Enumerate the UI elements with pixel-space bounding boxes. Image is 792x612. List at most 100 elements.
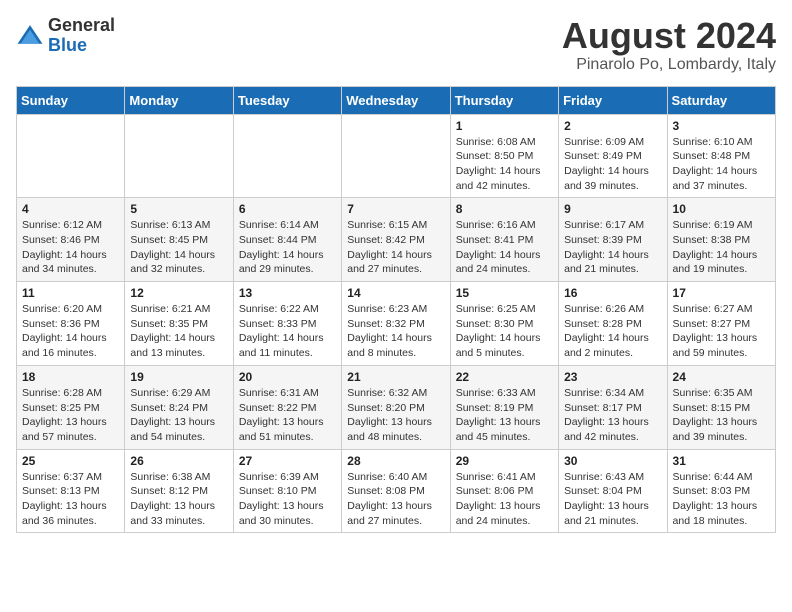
day-info: Sunrise: 6:29 AM Sunset: 8:24 PM Dayligh… (130, 386, 227, 445)
calendar-cell: 20Sunrise: 6:31 AM Sunset: 8:22 PM Dayli… (233, 365, 341, 449)
calendar-cell: 5 Sunrise: 6:13 AM Sunset: 8:45 PM Daylig… (125, 198, 233, 282)
calendar-cell: 26Sunrise: 6:38 AM Sunset: 8:12 PM Dayli… (125, 449, 233, 533)
calendar-cell: 16Sunrise: 6:26 AM Sunset: 8:28 PM Dayli… (559, 282, 667, 366)
calendar-cell: 6 Sunrise: 6:14 AM Sunset: 8:44 PM Daylig… (233, 198, 341, 282)
day-number: 8 (456, 202, 553, 216)
day-info: Sunrise: 6:40 AM Sunset: 8:08 PM Dayligh… (347, 470, 444, 529)
logo-blue-text: Blue (48, 36, 115, 56)
calendar-table: SundayMondayTuesdayWednesdayThursdayFrid… (16, 86, 776, 534)
calendar-cell: 14Sunrise: 6:23 AM Sunset: 8:32 PM Dayli… (342, 282, 450, 366)
day-number: 13 (239, 286, 336, 300)
day-number: 16 (564, 286, 661, 300)
day-info: Sunrise: 6:09 AM Sunset: 8:49 PM Dayligh… (564, 135, 661, 194)
day-number: 15 (456, 286, 553, 300)
calendar-cell: 4Sunrise: 6:12 AM Sunset: 8:46 PM Daylig… (17, 198, 125, 282)
day-info: Sunrise: 6:35 AM Sunset: 8:15 PM Dayligh… (673, 386, 770, 445)
month-title: August 2024 (562, 16, 776, 56)
day-number: 24 (673, 370, 770, 384)
weekday-header-friday: Friday (559, 86, 667, 114)
day-number: 17 (673, 286, 770, 300)
day-info: Sunrise: 6:43 AM Sunset: 8:04 PM Dayligh… (564, 470, 661, 529)
day-info: Sunrise: 6:12 AM Sunset: 8:46 PM Dayligh… (22, 218, 119, 277)
calendar-cell: 15Sunrise: 6:25 AM Sunset: 8:30 PM Dayli… (450, 282, 558, 366)
title-block: August 2024 Pinarolo Po, Lombardy, Italy (562, 16, 776, 74)
day-info: Sunrise: 6:17 AM Sunset: 8:39 PM Dayligh… (564, 218, 661, 277)
day-info: Sunrise: 6:20 AM Sunset: 8:36 PM Dayligh… (22, 302, 119, 361)
calendar-cell: 21 Sunrise: 6:32 AM Sunset: 8:20 PM Dayli… (342, 365, 450, 449)
calendar-cell: 2 Sunrise: 6:09 AM Sunset: 8:49 PM Daylig… (559, 114, 667, 198)
calendar-cell: 11Sunrise: 6:20 AM Sunset: 8:36 PM Dayli… (17, 282, 125, 366)
calendar-week-1: 1 Sunrise: 6:08 AM Sunset: 8:50 PM Daylig… (17, 114, 776, 198)
calendar-cell: 8Sunrise: 6:16 AM Sunset: 8:41 PM Daylig… (450, 198, 558, 282)
calendar-cell: 18 Sunrise: 6:28 AM Sunset: 8:25 PM Dayli… (17, 365, 125, 449)
day-info: Sunrise: 6:15 AM Sunset: 8:42 PM Dayligh… (347, 218, 444, 277)
calendar-cell (233, 114, 341, 198)
day-info: Sunrise: 6:34 AM Sunset: 8:17 PM Dayligh… (564, 386, 661, 445)
day-number: 21 (347, 370, 444, 384)
day-info: Sunrise: 6:10 AM Sunset: 8:48 PM Dayligh… (673, 135, 770, 194)
day-number: 3 (673, 119, 770, 133)
calendar-cell: 30 Sunrise: 6:43 AM Sunset: 8:04 PM Dayli… (559, 449, 667, 533)
day-number: 29 (456, 454, 553, 468)
day-info: Sunrise: 6:14 AM Sunset: 8:44 PM Dayligh… (239, 218, 336, 277)
day-number: 18 (22, 370, 119, 384)
day-number: 6 (239, 202, 336, 216)
logo: General Blue (16, 16, 115, 56)
calendar-cell (342, 114, 450, 198)
calendar-cell: 28Sunrise: 6:40 AM Sunset: 8:08 PM Dayli… (342, 449, 450, 533)
calendar-week-3: 11Sunrise: 6:20 AM Sunset: 8:36 PM Dayli… (17, 282, 776, 366)
day-number: 10 (673, 202, 770, 216)
calendar-cell: 12Sunrise: 6:21 AM Sunset: 8:35 PM Dayli… (125, 282, 233, 366)
logo-general-text: General (48, 16, 115, 36)
calendar-week-4: 18 Sunrise: 6:28 AM Sunset: 8:25 PM Dayli… (17, 365, 776, 449)
calendar-cell: 22Sunrise: 6:33 AM Sunset: 8:19 PM Dayli… (450, 365, 558, 449)
day-info: Sunrise: 6:31 AM Sunset: 8:22 PM Dayligh… (239, 386, 336, 445)
calendar-cell: 7 Sunrise: 6:15 AM Sunset: 8:42 PM Daylig… (342, 198, 450, 282)
day-number: 31 (673, 454, 770, 468)
weekday-header-monday: Monday (125, 86, 233, 114)
day-info: Sunrise: 6:19 AM Sunset: 8:38 PM Dayligh… (673, 218, 770, 277)
day-number: 5 (130, 202, 227, 216)
day-info: Sunrise: 6:44 AM Sunset: 8:03 PM Dayligh… (673, 470, 770, 529)
calendar-cell: 29 Sunrise: 6:41 AM Sunset: 8:06 PM Dayli… (450, 449, 558, 533)
weekday-header-saturday: Saturday (667, 86, 775, 114)
weekday-header-thursday: Thursday (450, 86, 558, 114)
day-number: 9 (564, 202, 661, 216)
calendar-cell: 9 Sunrise: 6:17 AM Sunset: 8:39 PM Daylig… (559, 198, 667, 282)
day-info: Sunrise: 6:13 AM Sunset: 8:45 PM Dayligh… (130, 218, 227, 277)
day-info: Sunrise: 6:08 AM Sunset: 8:50 PM Dayligh… (456, 135, 553, 194)
day-number: 25 (22, 454, 119, 468)
day-number: 30 (564, 454, 661, 468)
day-info: Sunrise: 6:39 AM Sunset: 8:10 PM Dayligh… (239, 470, 336, 529)
calendar-cell: 10 Sunrise: 6:19 AM Sunset: 8:38 PM Dayli… (667, 198, 775, 282)
day-number: 14 (347, 286, 444, 300)
weekday-header-sunday: Sunday (17, 86, 125, 114)
calendar-body: 1 Sunrise: 6:08 AM Sunset: 8:50 PM Daylig… (17, 114, 776, 533)
day-info: Sunrise: 6:21 AM Sunset: 8:35 PM Dayligh… (130, 302, 227, 361)
day-info: Sunrise: 6:41 AM Sunset: 8:06 PM Dayligh… (456, 470, 553, 529)
weekday-header-row: SundayMondayTuesdayWednesdayThursdayFrid… (17, 86, 776, 114)
calendar-cell (125, 114, 233, 198)
calendar-cell: 24 Sunrise: 6:35 AM Sunset: 8:15 PM Dayli… (667, 365, 775, 449)
calendar-cell: 1 Sunrise: 6:08 AM Sunset: 8:50 PM Daylig… (450, 114, 558, 198)
day-number: 19 (130, 370, 227, 384)
day-info: Sunrise: 6:27 AM Sunset: 8:27 PM Dayligh… (673, 302, 770, 361)
page-header: General Blue August 2024 Pinarolo Po, Lo… (16, 16, 776, 74)
calendar-cell: 13 Sunrise: 6:22 AM Sunset: 8:33 PM Dayli… (233, 282, 341, 366)
day-number: 1 (456, 119, 553, 133)
day-info: Sunrise: 6:22 AM Sunset: 8:33 PM Dayligh… (239, 302, 336, 361)
calendar-week-5: 25Sunrise: 6:37 AM Sunset: 8:13 PM Dayli… (17, 449, 776, 533)
day-info: Sunrise: 6:28 AM Sunset: 8:25 PM Dayligh… (22, 386, 119, 445)
calendar-cell: 31 Sunrise: 6:44 AM Sunset: 8:03 PM Dayli… (667, 449, 775, 533)
day-info: Sunrise: 6:32 AM Sunset: 8:20 PM Dayligh… (347, 386, 444, 445)
day-number: 7 (347, 202, 444, 216)
calendar-header: SundayMondayTuesdayWednesdayThursdayFrid… (17, 86, 776, 114)
day-number: 27 (239, 454, 336, 468)
calendar-week-2: 4Sunrise: 6:12 AM Sunset: 8:46 PM Daylig… (17, 198, 776, 282)
day-number: 23 (564, 370, 661, 384)
calendar-cell: 27 Sunrise: 6:39 AM Sunset: 8:10 PM Dayli… (233, 449, 341, 533)
weekday-header-wednesday: Wednesday (342, 86, 450, 114)
day-number: 2 (564, 119, 661, 133)
calendar-cell: 3 Sunrise: 6:10 AM Sunset: 8:48 PM Daylig… (667, 114, 775, 198)
day-number: 26 (130, 454, 227, 468)
